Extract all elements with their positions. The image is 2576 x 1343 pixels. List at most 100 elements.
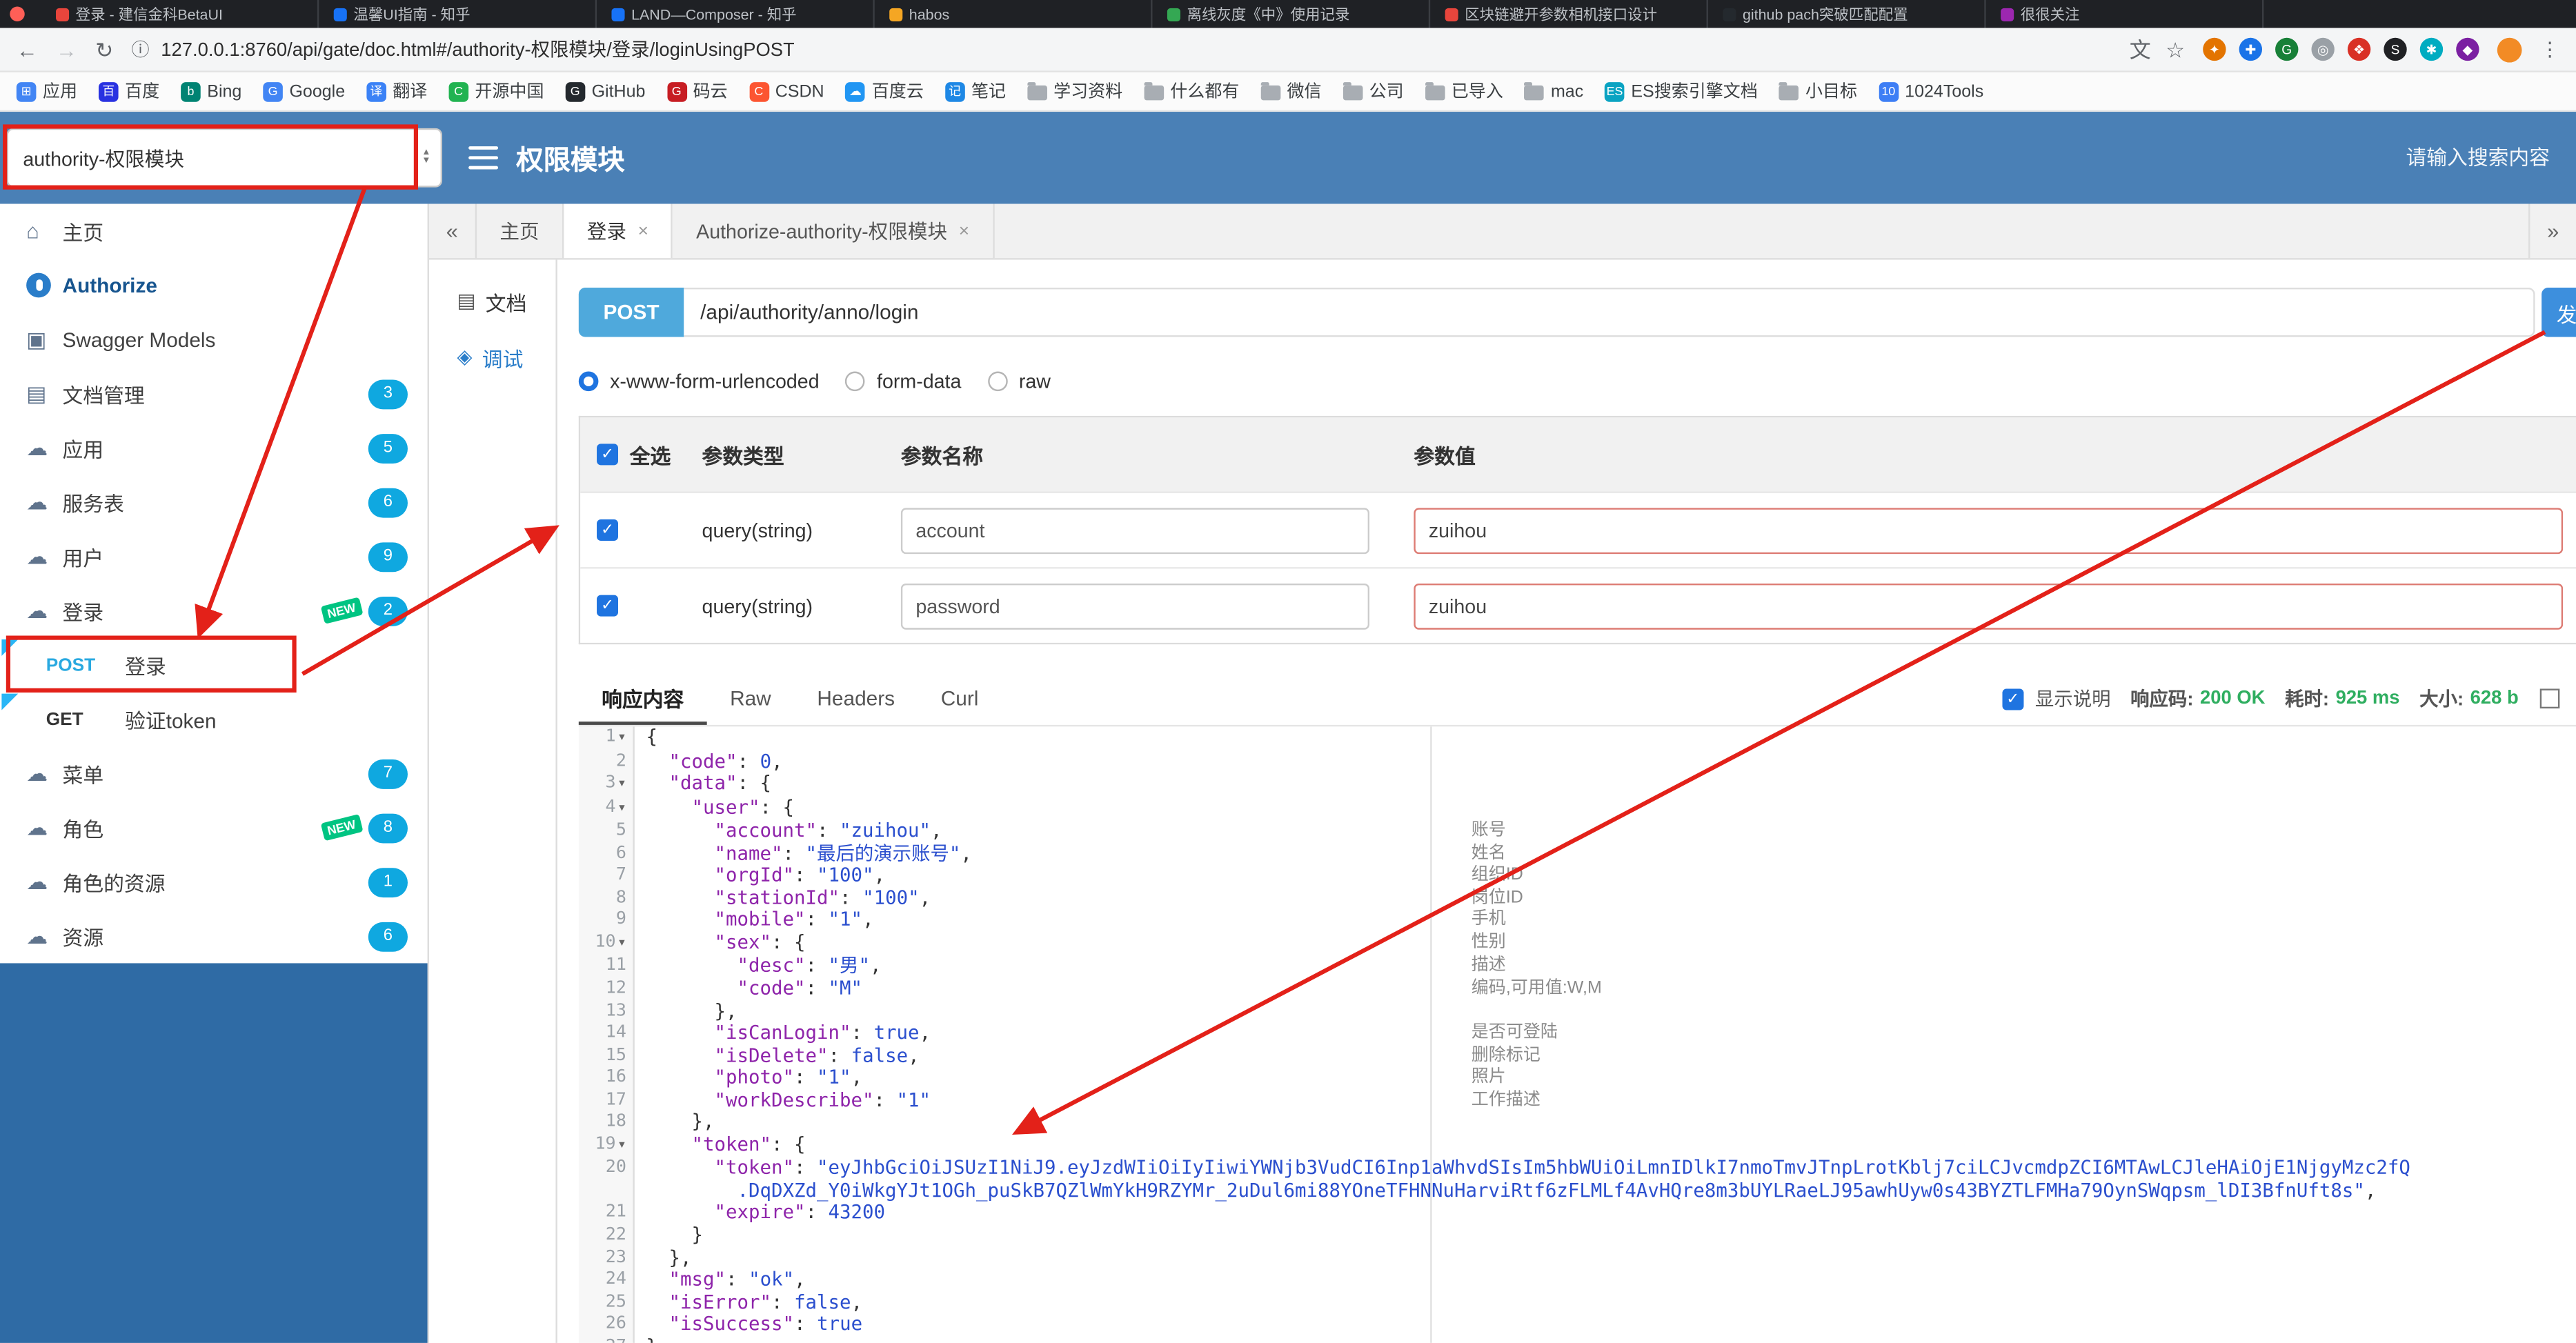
response-body-editor[interactable]: 1 ▾{2 "code": 0, 3 ▾ "data": {4 ▾ "user": {5… bbox=[557, 726, 2576, 1343]
extension-icon-4[interactable]: ◎ bbox=[2311, 37, 2335, 61]
menu-toggle-icon[interactable] bbox=[468, 146, 499, 170]
url-text[interactable]: 127.0.0.1:8760/api/gate/doc.html#/author… bbox=[161, 36, 795, 62]
fold-caret-icon[interactable]: ▾ bbox=[617, 1137, 626, 1154]
extension-icon-7[interactable]: ✱ bbox=[2419, 37, 2444, 61]
bookmark-item[interactable]: 公司 bbox=[1343, 79, 1404, 103]
bookmark-item[interactable]: mac bbox=[1524, 81, 1583, 101]
send-button[interactable]: 发 bbox=[2542, 288, 2576, 337]
sidebar-item[interactable]: ▣ Swagger Models bbox=[0, 312, 428, 367]
fold-caret-icon[interactable]: ▾ bbox=[617, 800, 626, 817]
sidebar-item[interactable]: ☁ 用户 9 bbox=[0, 529, 428, 584]
bookmark-item[interactable]: 什么都有 bbox=[1144, 79, 1239, 103]
sidebar-item[interactable]: ☁ 登录 NEW 2 bbox=[0, 584, 428, 638]
radio-selected-icon[interactable] bbox=[578, 371, 599, 392]
traffic-light-close-icon[interactable] bbox=[10, 6, 25, 21]
module-select[interactable]: authority-权限模块 ▲ ▼ bbox=[6, 128, 443, 188]
response-tab[interactable]: 响应内容 bbox=[578, 673, 707, 725]
sidebar-item[interactable]: ☁ 资源 6 bbox=[0, 909, 428, 964]
radio-icon[interactable] bbox=[845, 371, 866, 392]
extension-icon-6[interactable]: S bbox=[2384, 37, 2407, 61]
show-desc-checkbox[interactable]: ✓ bbox=[2002, 688, 2024, 710]
sidebar-item[interactable]: ⌂ 主页 bbox=[0, 203, 428, 258]
reload-icon[interactable]: ↻ bbox=[95, 39, 113, 60]
bookmark-item[interactable]: 小目标 bbox=[1779, 79, 1857, 103]
sidebar-item[interactable]: ☁ 菜单 7 bbox=[0, 746, 428, 801]
request-url-input[interactable] bbox=[684, 288, 2535, 337]
profile-avatar[interactable] bbox=[2497, 37, 2522, 62]
sidebar-item[interactable]: ☁ 应用 5 bbox=[0, 421, 428, 475]
sidebar-item[interactable]: ☁ 服务表 6 bbox=[0, 475, 428, 530]
extension-icon-8[interactable]: ◆ bbox=[2456, 37, 2479, 61]
extension-icon-1[interactable]: ✦ bbox=[2203, 37, 2226, 61]
browser-tab[interactable]: 登录 - 建信金科BetaUI bbox=[41, 0, 319, 28]
browser-tab[interactable]: 很很关注 bbox=[1986, 0, 2264, 28]
select-all-checkbox[interactable]: ✓ bbox=[597, 444, 619, 466]
radio-icon[interactable] bbox=[987, 371, 1008, 392]
bookmark-item[interactable]: b Bing bbox=[181, 81, 241, 101]
browser-tab[interactable]: habos bbox=[875, 0, 1153, 28]
close-icon[interactable]: × bbox=[638, 221, 648, 241]
browser-tab[interactable]: 离线灰度《中》使用记录 bbox=[1152, 0, 1431, 28]
bookmark-item[interactable]: 已导入 bbox=[1425, 79, 1503, 103]
content-tab[interactable]: 登录 × bbox=[564, 203, 673, 259]
bookmark-item[interactable]: ☁ 百度云 bbox=[845, 79, 924, 103]
bookmark-star-icon[interactable]: ☆ bbox=[2166, 39, 2185, 60]
fold-caret-icon[interactable]: ▾ bbox=[617, 776, 626, 793]
tabs-collapse-icon[interactable]: « bbox=[429, 203, 477, 259]
param-name-input[interactable] bbox=[900, 507, 1370, 553]
tabs-expand-icon[interactable]: » bbox=[2528, 203, 2576, 259]
browser-tab[interactable]: 温馨UI指南 - 知乎 bbox=[319, 0, 597, 28]
close-icon[interactable]: × bbox=[959, 221, 969, 241]
translate-icon[interactable]: 文 bbox=[2130, 39, 2151, 60]
sidebar-item[interactable]: Authorize bbox=[0, 258, 428, 312]
content-tab[interactable]: Authorize-authority-权限模块 × bbox=[673, 203, 994, 259]
extension-icon-2[interactable]: ✚ bbox=[2239, 37, 2263, 61]
site-info-icon[interactable]: ⓘ bbox=[131, 36, 149, 62]
bookmark-item[interactable]: 微信 bbox=[1260, 79, 1322, 103]
content-tab[interactable]: 主页 bbox=[477, 203, 564, 259]
bookmark-item[interactable]: 译翻译 bbox=[366, 79, 427, 103]
subtab-文档[interactable]: ▤ 文档 bbox=[429, 273, 555, 329]
forward-icon[interactable]: → bbox=[56, 39, 77, 60]
fold-caret-icon[interactable]: ▾ bbox=[617, 935, 626, 952]
bookmark-item[interactable]: 记笔记 bbox=[944, 79, 1006, 103]
bookmark-item[interactable]: G GitHub bbox=[565, 81, 645, 101]
extension-icon-5[interactable]: ❖ bbox=[2347, 37, 2371, 61]
back-icon[interactable]: ← bbox=[17, 39, 38, 60]
search-input[interactable] bbox=[2217, 144, 2553, 171]
bookmark-item[interactable]: 学习资料 bbox=[1027, 79, 1122, 103]
fold-caret-icon[interactable]: ▾ bbox=[617, 730, 626, 746]
bookmark-item[interactable]: C CSDN bbox=[749, 81, 824, 101]
response-tab[interactable]: Curl bbox=[918, 673, 1001, 725]
browser-tab[interactable]: 区块链避开参数相机接口设计 bbox=[1430, 0, 1708, 28]
radio-raw[interactable]: raw bbox=[987, 370, 1051, 393]
browser-tab[interactable]: LAND—Composer - 知乎 bbox=[597, 0, 875, 28]
response-tab[interactable]: Raw bbox=[707, 673, 794, 725]
sidebar-endpoint-post[interactable]: POST 登录 bbox=[0, 638, 428, 693]
param-value-input[interactable] bbox=[1414, 582, 2564, 629]
row-checkbox[interactable]: ✓ bbox=[597, 595, 619, 617]
sidebar-item[interactable]: ☁ 角色的资源 1 bbox=[0, 855, 428, 909]
bookmark-item[interactable]: G 码云 bbox=[666, 79, 728, 103]
bookmark-item[interactable]: G Google bbox=[263, 81, 345, 101]
sidebar-item[interactable]: ☁ 角色 NEW 8 bbox=[0, 801, 428, 855]
sidebar-endpoint-get[interactable]: GET 验证token bbox=[0, 692, 428, 746]
response-tab[interactable]: Headers bbox=[794, 673, 918, 725]
fullscreen-icon[interactable] bbox=[2539, 688, 2560, 709]
bookmark-item[interactable]: C 开源中国 bbox=[448, 79, 544, 103]
url-box[interactable]: ⓘ 127.0.0.1:8760/api/gate/doc.html#/auth… bbox=[131, 36, 2185, 62]
bookmark-item[interactable]: 百百度 bbox=[98, 79, 159, 103]
browser-menu-icon[interactable]: ⋮ bbox=[2540, 38, 2560, 61]
param-value-input[interactable] bbox=[1414, 507, 2564, 553]
param-name-input[interactable] bbox=[900, 582, 1370, 629]
sidebar-item[interactable]: ▤ 文档管理 3 bbox=[0, 366, 428, 421]
extension-icon-3[interactable]: G bbox=[2275, 37, 2299, 61]
bookmark-item[interactable]: ES ES搜索引擎文档 bbox=[1605, 79, 1758, 103]
row-checkbox[interactable]: ✓ bbox=[597, 519, 619, 541]
radio-x-www-form-urlencoded[interactable]: x-www-form-urlencoded bbox=[578, 370, 820, 393]
bookmark-item[interactable]: 10 1024Tools bbox=[1879, 81, 1983, 101]
browser-tab[interactable]: github pach突破匹配配置 bbox=[1708, 0, 1986, 28]
bookmark-item[interactable]: ⊞ 应用 bbox=[16, 79, 77, 103]
radio-form-data[interactable]: form-data bbox=[845, 370, 961, 393]
subtab-调试[interactable]: ◈ 调试 bbox=[429, 329, 555, 385]
